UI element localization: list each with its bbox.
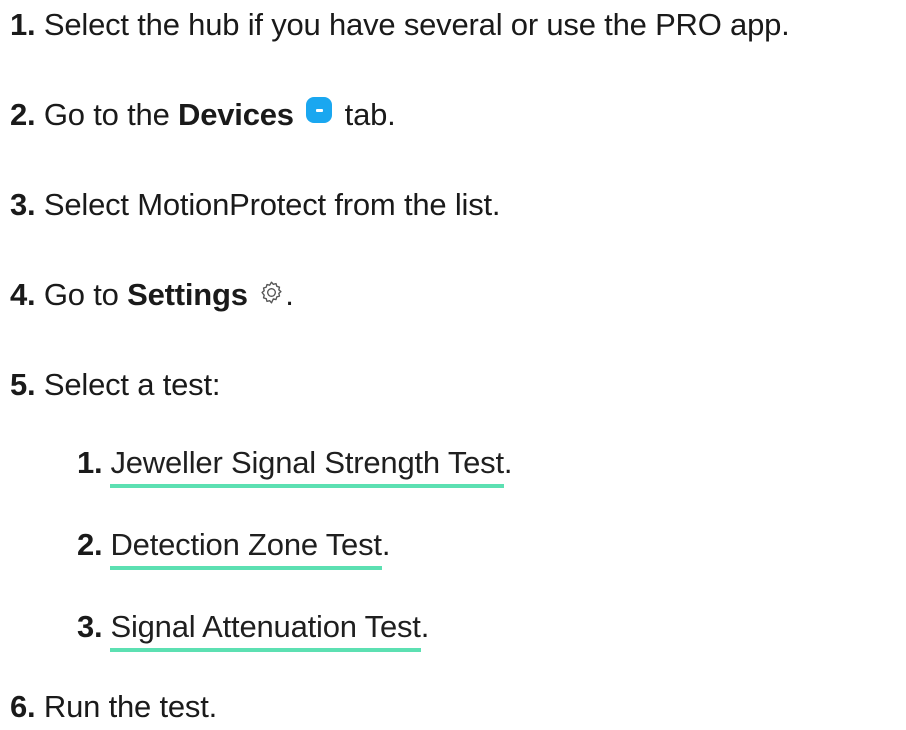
detection-zone-test-link[interactable]: Detection Zone Test [110, 527, 382, 570]
step-4: 4. Go to Settings . [10, 275, 294, 315]
test-suffix: . [381, 527, 391, 562]
step-text: Run the test. [43, 689, 218, 724]
step-number: 2. [10, 97, 36, 132]
step-text: Select a test: [43, 367, 221, 402]
test-item-1: 1. Jeweller Signal Strength Test. [77, 443, 513, 488]
step-text: Select MotionProtect from the list. [43, 187, 501, 222]
test-number: 3. [77, 609, 103, 644]
step-text-prefix: Go to [43, 277, 128, 312]
step-number: 4. [10, 277, 36, 312]
step-number: 3. [10, 187, 36, 222]
test-number: 1. [77, 445, 103, 480]
test-item-2: 2. Detection Zone Test. [77, 525, 391, 570]
step-number: 1. [10, 7, 36, 42]
step-text-prefix: Go to the [43, 97, 179, 132]
test-suffix: . [420, 609, 430, 644]
step-text: Select the hub if you have several or us… [43, 7, 790, 42]
devices-tab-icon [306, 97, 333, 123]
step-number: 5. [10, 367, 36, 402]
step-number: 6. [10, 689, 36, 724]
test-suffix: . [503, 445, 513, 480]
signal-attenuation-test-link[interactable]: Signal Attenuation Test [110, 609, 421, 652]
step-6: 6. Run the test. [10, 687, 217, 727]
step-text-suffix: tab. [336, 97, 396, 132]
test-item-3: 3. Signal Attenuation Test. [77, 607, 430, 652]
step-1: 1. Select the hub if you have several or… [10, 5, 790, 45]
settings-label: Settings [127, 277, 248, 312]
step-5: 5. Select a test: [10, 365, 220, 405]
test-number: 2. [77, 527, 103, 562]
jeweller-signal-strength-test-link[interactable]: Jeweller Signal Strength Test [110, 445, 504, 488]
step-2: 2. Go to the Devices tab. [10, 95, 396, 135]
devices-label: Devices [178, 97, 294, 132]
step-text-suffix: . [285, 277, 294, 312]
gear-icon [261, 281, 282, 304]
step-3: 3. Select MotionProtect from the list. [10, 185, 501, 225]
